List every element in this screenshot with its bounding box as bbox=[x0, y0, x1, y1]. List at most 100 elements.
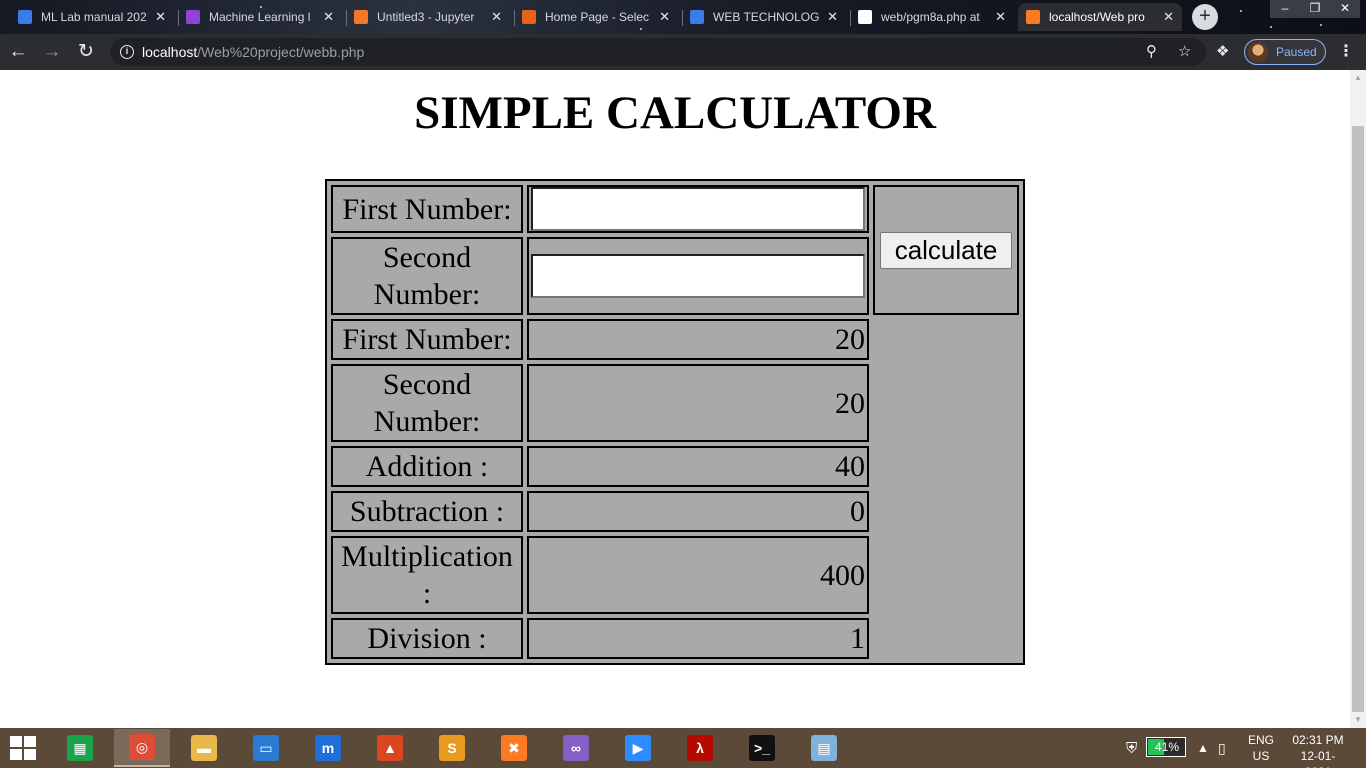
pdf-icon: λ bbox=[687, 735, 713, 761]
taskbar-app-cmd[interactable]: >_ bbox=[734, 729, 790, 767]
github-icon bbox=[858, 10, 872, 24]
background-star bbox=[1270, 26, 1272, 28]
browser-tab[interactable]: Home Page - Selec ✕ bbox=[514, 3, 678, 31]
extensions-icon[interactable]: ❖ bbox=[1216, 42, 1229, 60]
scroll-down-icon[interactable]: ▼ bbox=[1350, 712, 1366, 728]
page-scrollbar[interactable]: ▲ ▼ bbox=[1350, 70, 1366, 728]
terminal-icon: >_ bbox=[749, 735, 775, 761]
second-number-input[interactable] bbox=[531, 254, 865, 298]
minimize-button[interactable]: – bbox=[1270, 0, 1300, 18]
reload-icon[interactable]: ↻ bbox=[74, 40, 98, 64]
taskbar-app-zoom[interactable]: ▶ bbox=[610, 729, 666, 767]
result-value: 40 bbox=[527, 446, 869, 487]
browser-menu-icon[interactable]: ⋮ bbox=[1338, 41, 1354, 61]
taskbar-app-store[interactable]: ▦ bbox=[52, 729, 108, 767]
scroll-up-icon[interactable]: ▲ bbox=[1350, 70, 1366, 86]
browser-tab[interactable]: web/pgm8a.php at ✕ bbox=[850, 3, 1014, 31]
taskbar-app-notepad[interactable]: ▤ bbox=[796, 729, 852, 767]
empty-cell bbox=[873, 491, 1019, 532]
taskbar-app-lenovo[interactable]: ▭ bbox=[238, 729, 294, 767]
profile-button[interactable]: Paused bbox=[1244, 39, 1326, 65]
zoom-icon[interactable]: ⚲ bbox=[1146, 42, 1157, 60]
battery-percent: 41% bbox=[1154, 740, 1180, 754]
restore-button[interactable]: ❐ bbox=[1300, 0, 1330, 18]
xampp-icon bbox=[1026, 10, 1040, 24]
first-number-input[interactable] bbox=[531, 187, 865, 231]
taskbar-app-mail[interactable]: m bbox=[300, 729, 356, 767]
browser-tab[interactable]: Untitled3 - Jupyter ✕ bbox=[346, 3, 510, 31]
jupyter-icon bbox=[354, 10, 368, 24]
folder-icon: ▬ bbox=[191, 735, 217, 761]
language-code: ENG bbox=[1247, 733, 1274, 747]
store-icon: ▦ bbox=[67, 735, 93, 761]
network-icon[interactable]: ▯ bbox=[1218, 728, 1226, 768]
lenovo-icon: ▭ bbox=[253, 735, 279, 761]
empty-cell bbox=[873, 536, 1019, 614]
empty-cell bbox=[873, 364, 1019, 442]
result-row: First Number: 20 bbox=[331, 319, 1019, 360]
tab-close-icon[interactable]: ✕ bbox=[323, 9, 334, 25]
clock-date: 12-01-2021 bbox=[1300, 749, 1336, 768]
browser-toolbar: ← → ↻ i localhost/Web%20project/webb.php… bbox=[0, 34, 1366, 70]
url-path: /Web%20project/webb.php bbox=[197, 44, 365, 60]
scroll-thumb[interactable] bbox=[1352, 126, 1364, 712]
document-icon bbox=[18, 10, 32, 24]
tab-close-icon[interactable]: ✕ bbox=[491, 9, 502, 25]
taskbar-app-file-explorer[interactable]: ▬ bbox=[176, 729, 232, 767]
result-label: Subtraction : bbox=[331, 491, 523, 532]
language-indicator[interactable]: ENG US bbox=[1246, 732, 1276, 764]
clock-time: 02:31 PM bbox=[1292, 733, 1344, 747]
m-icon: m bbox=[315, 735, 341, 761]
taskbar-app-chrome[interactable]: ◎ bbox=[114, 729, 170, 767]
taskbar-app-bluej[interactable]: ▲ bbox=[362, 729, 418, 767]
result-label: Multiplication : bbox=[331, 536, 523, 614]
tab-title: Machine Learning l bbox=[209, 10, 311, 24]
new-tab-button[interactable]: + bbox=[1192, 4, 1218, 30]
input-row-first: First Number: calculate bbox=[331, 185, 1019, 315]
first-number-label: First Number: bbox=[331, 185, 523, 233]
xampp-icon: ✖ bbox=[501, 735, 527, 761]
security-shield-icon[interactable]: ⛨ bbox=[1126, 728, 1137, 768]
clock[interactable]: 02:31 PM 12-01-2021 bbox=[1288, 732, 1348, 768]
bookmark-star-icon[interactable]: ☆ bbox=[1178, 42, 1191, 60]
back-icon[interactable]: ← bbox=[6, 40, 30, 64]
browser-tab[interactable]: localhost/Web pro ✕ bbox=[1018, 3, 1182, 31]
tab-close-icon[interactable]: ✕ bbox=[827, 9, 838, 25]
site-info-icon[interactable]: i bbox=[120, 45, 134, 59]
notepad-icon: ▤ bbox=[811, 735, 837, 761]
windows-taskbar: ▦ ◎ ▬ ▭ m ▲ S ✖ ∞ ▶ λ >_ ▤ ⛨ 41% ▲ ▯ ENG US 02:31 PM… bbox=[0, 728, 1366, 768]
taskbar-app-visual-studio[interactable]: ∞ bbox=[548, 729, 604, 767]
tab-close-icon[interactable]: ✕ bbox=[995, 9, 1006, 25]
tab-close-icon[interactable]: ✕ bbox=[1163, 9, 1174, 25]
windows-start-icon[interactable] bbox=[10, 736, 38, 760]
calculate-button[interactable]: calculate bbox=[879, 232, 1013, 269]
background-star bbox=[1240, 10, 1242, 12]
browser-tab[interactable]: ML Lab manual 202 ✕ bbox=[10, 3, 174, 31]
close-window-button[interactable]: ✕ bbox=[1330, 0, 1360, 18]
result-label: Second Number: bbox=[331, 364, 523, 442]
tab-title: ML Lab manual 202 bbox=[41, 10, 147, 24]
tab-strip: ML Lab manual 202 ✕ Machine Learning l ✕ Unt… bbox=[0, 0, 1366, 34]
result-value: 400 bbox=[527, 536, 869, 614]
taskbar-app-acrobat[interactable]: λ bbox=[672, 729, 728, 767]
result-row: Multiplication :400 bbox=[331, 536, 1019, 614]
browser-tab[interactable]: WEB TECHNOLOG ✕ bbox=[682, 3, 846, 31]
result-value: 20 bbox=[527, 364, 869, 442]
address-bar[interactable]: i localhost/Web%20project/webb.php ⚲ ☆ bbox=[110, 38, 1206, 66]
tab-title: Home Page - Selec bbox=[545, 10, 650, 24]
battery-indicator[interactable]: 41% bbox=[1146, 737, 1186, 757]
document-icon bbox=[690, 10, 704, 24]
browser-tab[interactable]: Machine Learning l ✕ bbox=[178, 3, 342, 31]
show-hidden-icons-icon[interactable]: ▲ bbox=[1197, 728, 1209, 768]
background-star bbox=[1320, 24, 1322, 26]
taskbar-app-xampp[interactable]: ✖ bbox=[486, 729, 542, 767]
tab-close-icon[interactable]: ✕ bbox=[155, 9, 166, 25]
result-label: Addition : bbox=[331, 446, 523, 487]
first-number-cell bbox=[527, 185, 869, 233]
second-number-cell bbox=[527, 237, 869, 315]
avatar bbox=[1248, 42, 1268, 62]
chrome-icon: ◎ bbox=[129, 734, 155, 760]
taskbar-app-sublime[interactable]: S bbox=[424, 729, 480, 767]
tab-close-icon[interactable]: ✕ bbox=[659, 9, 670, 25]
forward-icon[interactable]: → bbox=[40, 40, 64, 64]
